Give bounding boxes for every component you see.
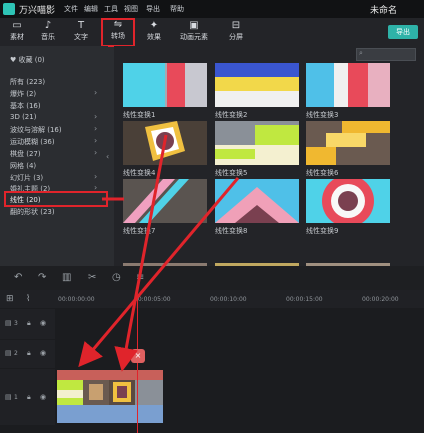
annotation-arrows [78, 134, 240, 372]
annotation-arrow [78, 177, 240, 368]
annotation-arrow [114, 134, 168, 372]
